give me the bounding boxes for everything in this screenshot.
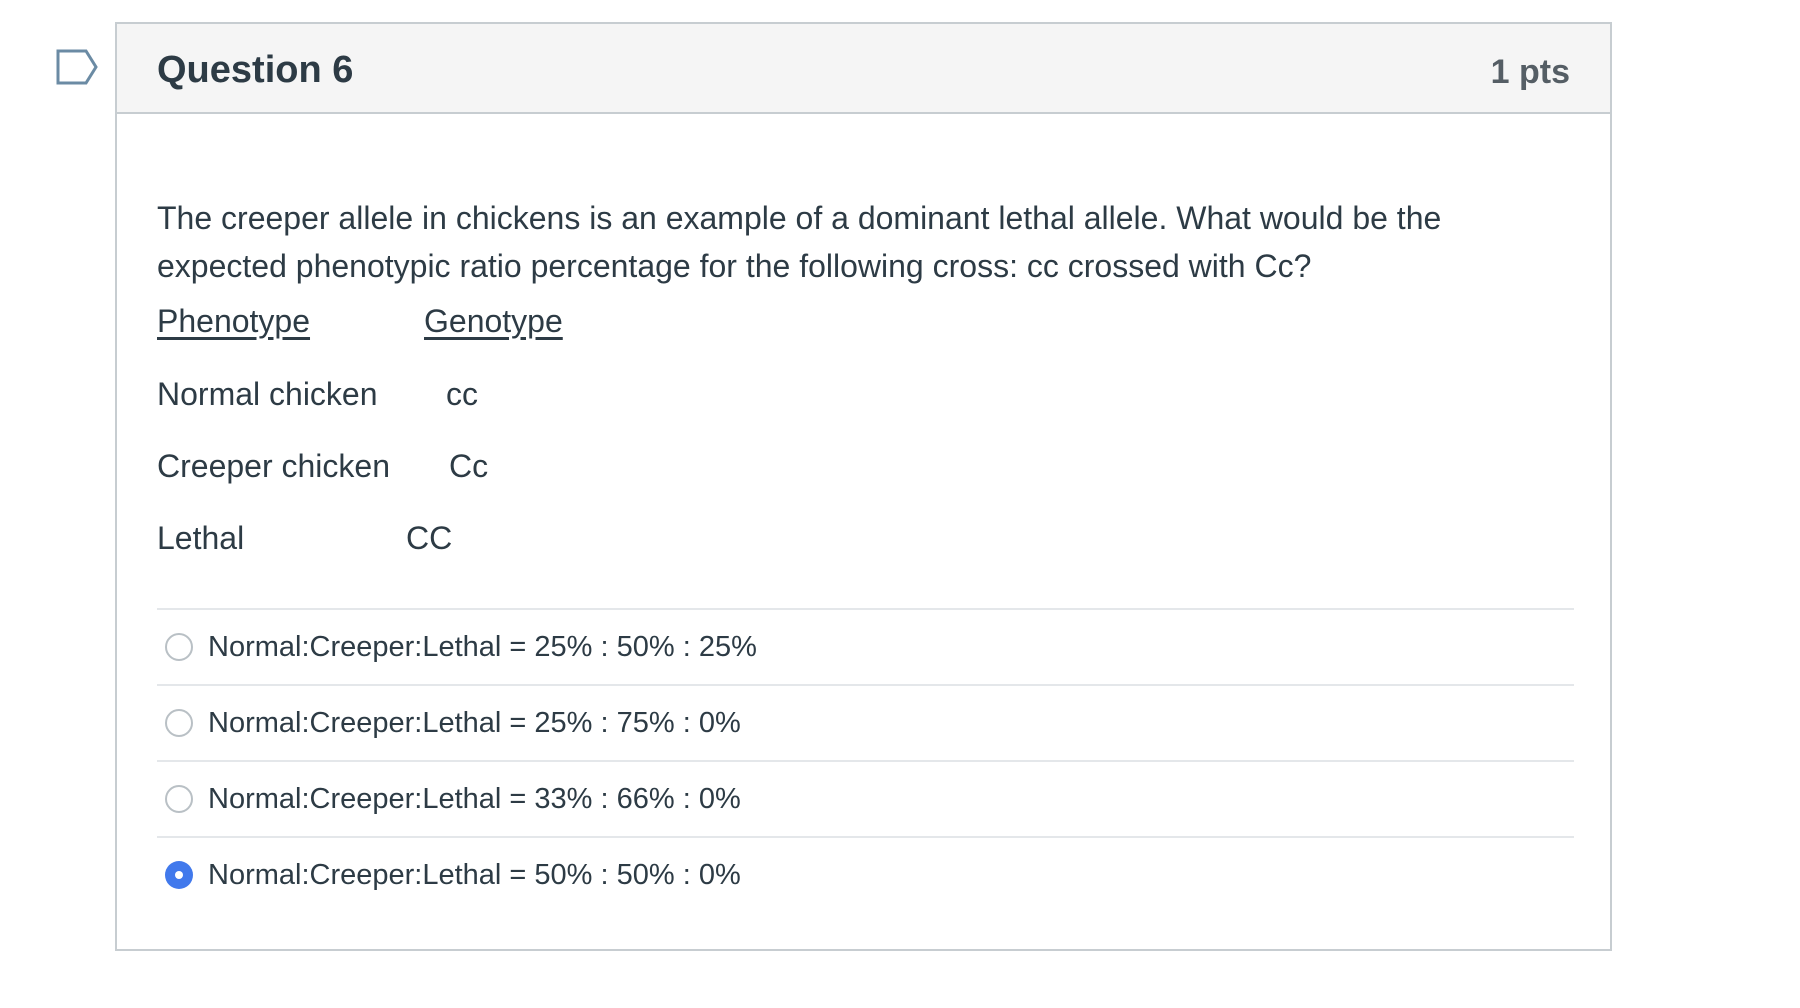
phenotype-cell: Creeper chicken [157,448,390,484]
answer-option-selected[interactable]: Normal:Creeper:Lethal = 50% : 50% : 0% [157,836,1574,912]
answer-label: Normal:Creeper:Lethal = 33% : 66% : 0% [208,783,741,815]
genotype-header: Genotype [424,303,563,339]
flag-question-icon[interactable] [56,49,98,85]
radio-button[interactable] [165,633,193,661]
radio-button[interactable] [165,709,193,737]
answer-option[interactable]: Normal:Creeper:Lethal = 25% : 50% : 25% [157,608,1574,684]
genotype-cell: Cc [449,448,489,484]
question-header: Question 6 1 pts [117,24,1610,114]
phenotype-cell: Normal chicken [157,376,378,412]
genotype-cell: CC [406,520,453,556]
answer-option[interactable]: Normal:Creeper:Lethal = 33% : 66% : 0% [157,760,1574,836]
radio-button-selected[interactable] [165,861,193,889]
question-title: Question 6 [157,49,354,91]
answer-label: Normal:Creeper:Lethal = 25% : 50% : 25% [208,631,757,663]
answer-label: Normal:Creeper:Lethal = 25% : 75% : 0% [208,707,741,739]
answer-label: Normal:Creeper:Lethal = 50% : 50% : 0% [208,859,741,891]
genotype-cell: cc [446,376,478,412]
answer-list: Normal:Creeper:Lethal = 25% : 50% : 25% … [157,608,1574,912]
question-card: Question 6 1 pts The creeper allele in c… [115,22,1612,951]
radio-button[interactable] [165,785,193,813]
answer-option[interactable]: Normal:Creeper:Lethal = 25% : 75% : 0% [157,684,1574,760]
question-prompt: The creeper allele in chickens is an exa… [157,200,1442,284]
phenotype-header: Phenotype [157,303,311,339]
question-points: 1 pts [1490,53,1570,91]
phenotype-cell: Lethal [157,520,245,556]
